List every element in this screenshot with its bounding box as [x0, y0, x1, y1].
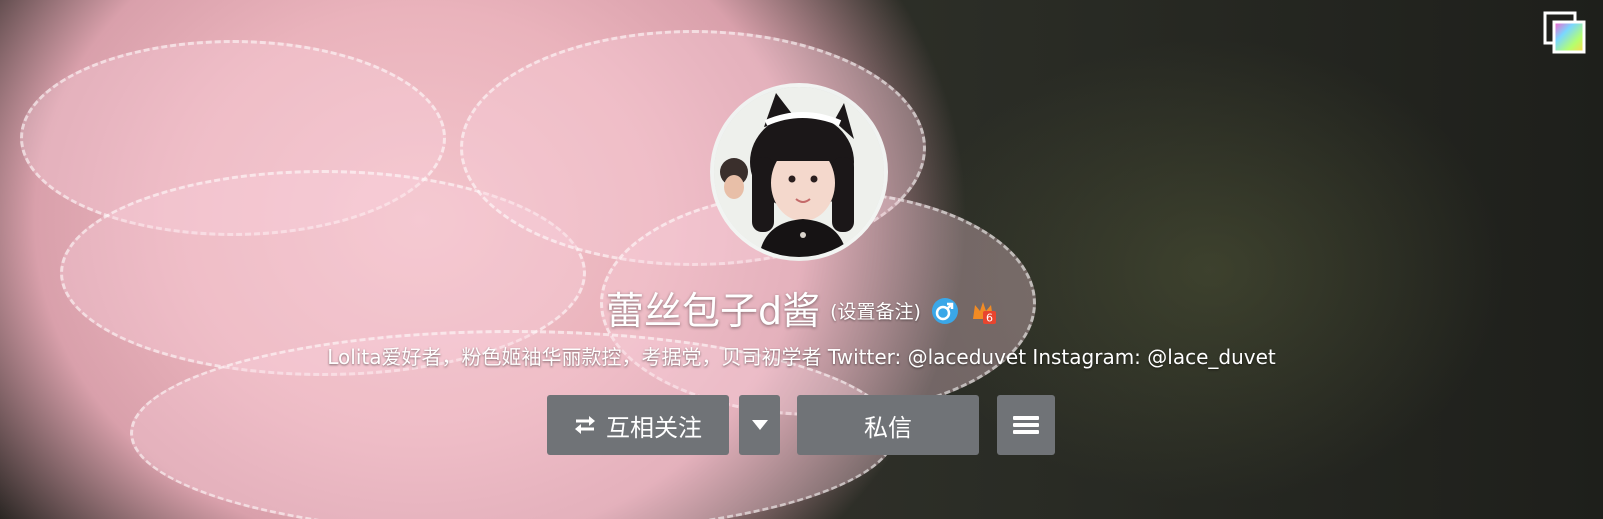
private-message-label: 私信 — [864, 413, 912, 442]
follow-dropdown-button[interactable] — [739, 395, 780, 455]
mutual-follow-label: 互相关注 — [606, 413, 702, 442]
hamburger-icon — [1013, 416, 1039, 434]
male-icon — [931, 297, 958, 324]
level-number: 6 — [986, 311, 993, 324]
cover-image-icon[interactable] — [1543, 11, 1587, 55]
set-remark-link[interactable]: (设置备注) — [830, 297, 921, 324]
avatar-portrait-image — [714, 87, 884, 257]
caret-down-icon — [751, 420, 768, 430]
mutual-arrows-icon — [575, 416, 595, 434]
private-message-button[interactable]: 私信 — [797, 395, 979, 455]
level-badge-icon: 6 — [972, 301, 996, 324]
more-menu-button[interactable] — [997, 395, 1055, 455]
profile-name-row: 蕾丝包子d酱 (设置备注) 6 — [0, 280, 1603, 335]
mutual-follow-button[interactable]: 互相关注 — [547, 395, 729, 455]
profile-bio: Lolita爱好者，粉色姬袖华丽款控，考据党，贝司初学者 Twitter: @l… — [327, 345, 1276, 369]
avatar[interactable] — [710, 83, 888, 261]
profile-name: 蕾丝包子d酱 — [606, 289, 821, 333]
